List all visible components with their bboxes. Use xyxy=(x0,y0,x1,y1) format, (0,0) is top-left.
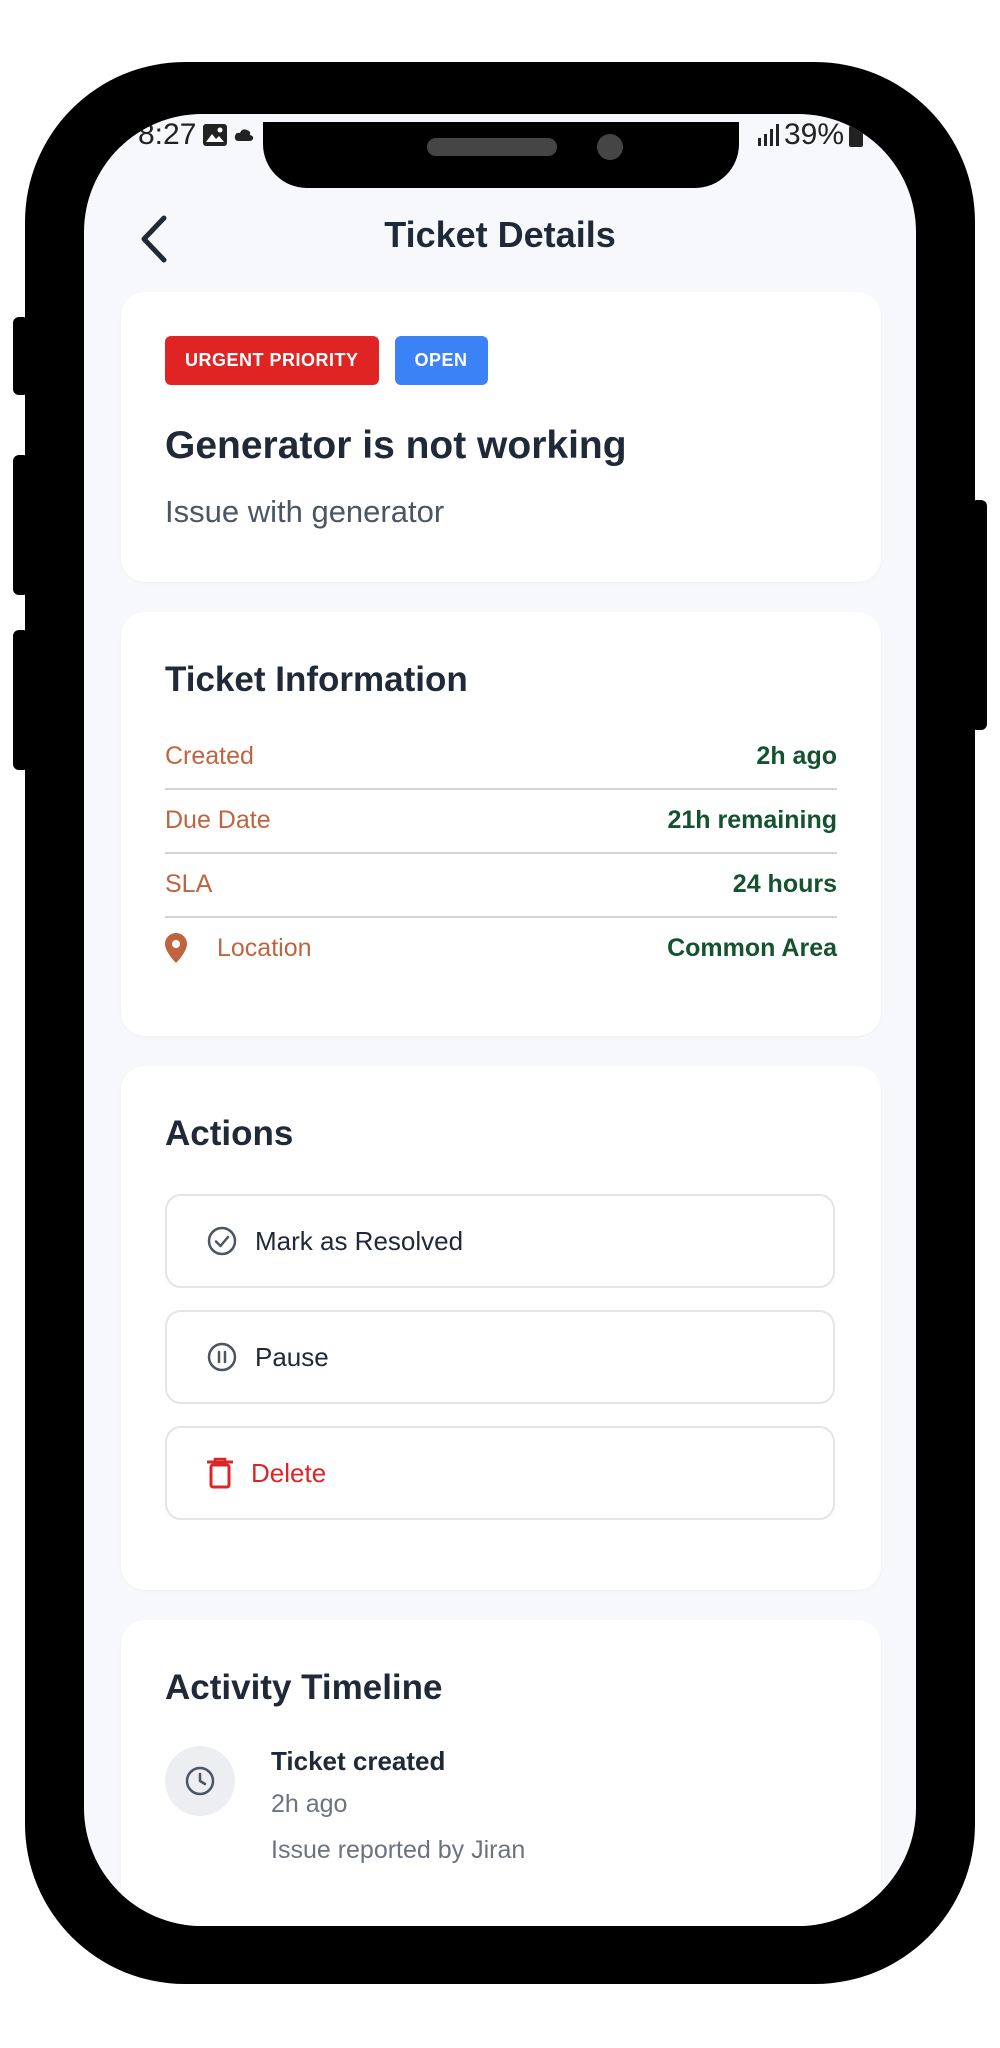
pause-circle-icon xyxy=(207,1342,237,1372)
info-label-location: Location xyxy=(217,933,312,962)
activity-timeline-card: Activity Timeline Ticket created 2h ago … xyxy=(121,1620,881,1926)
speaker-grille xyxy=(427,138,557,156)
info-value-created: 2h ago xyxy=(756,741,837,770)
clock-icon xyxy=(185,1766,215,1796)
ticket-title: Generator is not working xyxy=(165,424,627,467)
timeline-event-title: Ticket created xyxy=(271,1746,446,1776)
page-title: Ticket Details xyxy=(384,214,616,255)
pause-label: Pause xyxy=(255,1341,329,1372)
timeline-event-detail: Issue reported by Jiran xyxy=(271,1836,526,1864)
info-row-due-date: Due Date 21h remaining xyxy=(165,788,837,854)
mark-as-resolved-label: Mark as Resolved xyxy=(255,1225,464,1256)
info-value-sla: 24 hours xyxy=(732,869,837,898)
info-row-created: Created 2h ago xyxy=(165,724,837,790)
status-bar-left: 8:27 xyxy=(138,118,254,152)
signal-icon xyxy=(757,124,779,146)
info-row-sla: SLA 24 hours xyxy=(165,852,837,918)
info-row-location: Location Common Area xyxy=(165,916,837,980)
info-label-sla: SLA xyxy=(165,869,213,898)
timeline-event-time: 2h ago xyxy=(271,1790,348,1818)
timeline-event-icon-wrap xyxy=(165,1746,235,1816)
status-time: 8:27 xyxy=(138,118,197,151)
status-badge: OPEN xyxy=(394,336,488,385)
priority-badge: URGENT PRIORITY xyxy=(165,336,379,385)
ticket-summary-card: URGENT PRIORITY OPEN Generator is not wo… xyxy=(121,292,881,582)
battery-icon xyxy=(849,123,863,147)
mark-as-resolved-button[interactable]: Mark as Resolved xyxy=(165,1194,835,1288)
info-value-due-date: 21h remaining xyxy=(667,805,838,834)
info-label-created: Created xyxy=(165,741,254,770)
info-label-location-wrap: Location xyxy=(165,933,312,963)
ticket-information-card: Ticket Information Created 2h ago Due Da… xyxy=(121,612,881,1036)
actions-card: Actions Mark as Resolved Pause Delete xyxy=(121,1066,881,1590)
app-header: Ticket Details xyxy=(84,204,916,274)
status-bar-right: 39% xyxy=(756,118,864,152)
phone-notch xyxy=(263,122,739,188)
trash-icon xyxy=(207,1457,233,1489)
battery-percent: 39% xyxy=(783,118,844,151)
delete-button[interactable]: Delete xyxy=(165,1426,835,1520)
image-icon xyxy=(203,124,228,146)
ticket-information-title: Ticket Information xyxy=(165,660,468,699)
ticket-description: Issue with generator xyxy=(165,494,445,529)
delete-label: Delete xyxy=(251,1457,327,1488)
pause-button[interactable]: Pause xyxy=(165,1310,835,1404)
activity-timeline-title: Activity Timeline xyxy=(165,1668,443,1707)
info-value-location: Common Area xyxy=(667,933,837,962)
check-circle-icon xyxy=(207,1226,237,1256)
screen: 8:27 39% Ticket Details URGENT PRIORITY … xyxy=(84,114,916,1926)
actions-title: Actions xyxy=(165,1114,294,1153)
info-label-due-date: Due Date xyxy=(165,805,271,834)
map-pin-icon xyxy=(165,933,187,963)
cloud-icon xyxy=(235,129,254,141)
front-camera xyxy=(597,134,623,160)
